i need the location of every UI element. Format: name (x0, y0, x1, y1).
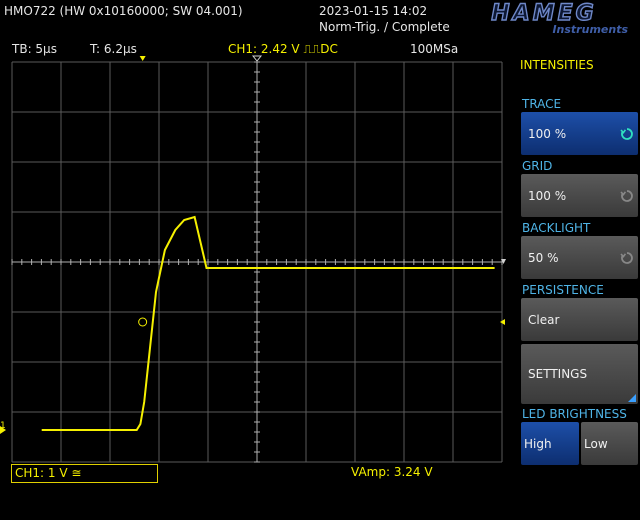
trace-label: TRACE (522, 97, 562, 111)
persistence-label: PERSISTENCE (522, 283, 604, 297)
device-info: HMO722 (HW 0x10160000; SW 04.001) (4, 4, 243, 18)
trace-value: 100 % (528, 126, 567, 141)
backlight-value: 50 % (528, 250, 559, 265)
led-low-label: Low (584, 436, 608, 451)
sample-rate-readout: 100MSa (410, 42, 459, 56)
center-position-marker (251, 55, 263, 62)
menu-title: INTENSITIES (520, 58, 594, 72)
display-markers: 1 (0, 55, 506, 434)
rotary-knob-icon (620, 189, 633, 202)
waveform-display[interactable]: 1 (0, 55, 510, 465)
trace-intensity-button[interactable]: 100 % (521, 112, 638, 155)
led-low-button[interactable]: Low (581, 422, 638, 465)
trigger-time-readout: T: 6.2µs (90, 42, 137, 56)
ch1-ground-label: 1 (0, 421, 6, 431)
trigger-crossing-marker (138, 317, 148, 327)
led-brightness-label: LED BRIGHTNESS (522, 407, 627, 421)
timebase-readout: TB: 5µs (12, 42, 57, 56)
persistence-clear-button[interactable]: Clear (521, 298, 638, 341)
grid-value: 100 % (528, 188, 567, 203)
submenu-corner-icon (628, 394, 636, 402)
graticule (11, 61, 503, 463)
clear-label: Clear (528, 312, 560, 327)
led-high-button[interactable]: High (521, 422, 579, 465)
vamp-measurement: VAmp: 3.24 V (351, 465, 433, 479)
rotary-knob-icon (620, 127, 633, 140)
logo-subtitle: Instruments (552, 23, 628, 36)
trigger-status: Norm-Trig. / Complete (319, 20, 450, 34)
hameg-logo: HAMEG Instruments (450, 0, 638, 41)
backlight-button[interactable]: 50 % (521, 236, 638, 279)
settings-label: SETTINGS (528, 367, 588, 381)
persistence-settings-button[interactable]: SETTINGS (521, 344, 638, 404)
datetime: 2023-01-15 14:02 (319, 4, 428, 18)
led-high-label: High (524, 436, 552, 451)
ch1-setting-box[interactable]: CH1: 1 V ≅ (11, 464, 158, 483)
rotary-knob-icon (620, 251, 633, 264)
backlight-label: BACKLIGHT (522, 221, 591, 235)
grid-intensity-button[interactable]: 100 % (521, 174, 638, 217)
trigger-position-marker (139, 56, 146, 61)
grid-label: GRID (522, 159, 553, 173)
